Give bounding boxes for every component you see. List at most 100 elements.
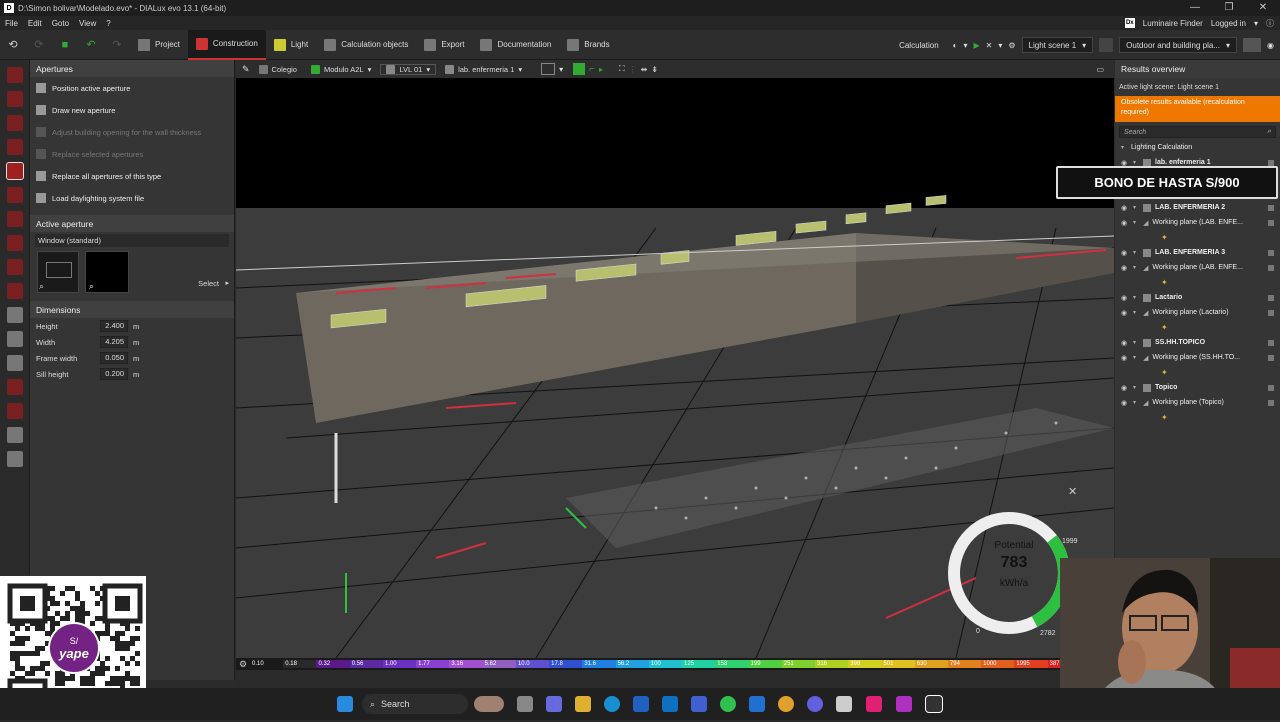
results-plane-row[interactable]: ◉ ▾ ◢ Working plane (SS.HH.TO... xyxy=(1115,350,1280,365)
collapse-icon[interactable]: ▾ xyxy=(1133,204,1139,211)
room-tool-icon[interactable] xyxy=(6,162,24,180)
grid-icon[interactable]: ⋮ xyxy=(629,65,637,74)
frame-width-input[interactable]: 0.050 xyxy=(100,352,128,364)
results-room-row[interactable]: ◉ ▾ SS.HH.TOPICO xyxy=(1115,335,1280,350)
replace-all-apertures-button[interactable]: Replace all apertures of this type xyxy=(30,165,234,187)
eye-icon[interactable]: ◉ xyxy=(1121,204,1129,212)
results-room-row[interactable]: ◉ ▾ Topico xyxy=(1115,380,1280,395)
aperture-type-field[interactable]: Window (standard) xyxy=(35,234,229,247)
panel-toggle-icon[interactable] xyxy=(1243,38,1262,52)
adjust-opening-button[interactable]: Adjust building opening for the wall thi… xyxy=(30,121,234,143)
view-mode-icon[interactable] xyxy=(541,63,556,75)
room-options-icon[interactable] xyxy=(1268,339,1274,346)
plane-options-icon[interactable] xyxy=(1268,264,1274,271)
edit-icon[interactable]: ✎ xyxy=(242,64,250,75)
width-input[interactable]: 4.205 xyxy=(100,336,128,348)
info-icon[interactable]: ⓘ xyxy=(1266,18,1274,29)
results-room-row[interactable]: ◉ ▾ LAB. ENFERMERIA 2 xyxy=(1115,200,1280,215)
dialux-icon[interactable] xyxy=(925,695,943,713)
eye-icon[interactable]: ◉ xyxy=(1121,399,1129,407)
calculation-mode-icon[interactable]: ◐ xyxy=(953,41,958,50)
task-view-icon[interactable] xyxy=(517,696,533,712)
teams-icon[interactable] xyxy=(691,696,707,712)
scene-options-icon[interactable] xyxy=(1099,38,1114,52)
breadcrumb-storey[interactable]: LVL 01 ▾ xyxy=(380,63,437,75)
maximize-button[interactable]: ❐ xyxy=(1212,0,1246,16)
wall-tool-icon[interactable] xyxy=(7,139,23,155)
chevron-down-icon[interactable]: ▾ xyxy=(998,41,1002,50)
store-icon[interactable] xyxy=(633,696,649,712)
ceiling-tool-icon[interactable] xyxy=(7,211,23,227)
site-tool-icon[interactable] xyxy=(7,67,23,83)
tab-calculation-objects[interactable]: Calculation objects xyxy=(316,30,416,60)
eye-icon[interactable]: ◉ xyxy=(1121,219,1129,227)
undo-icon[interactable]: ↶ xyxy=(84,38,98,52)
chatgpt-icon[interactable] xyxy=(836,696,852,712)
back-icon[interactable]: ⟲ xyxy=(6,38,20,52)
rectangle-tool-icon[interactable] xyxy=(7,427,23,443)
whatsapp-icon[interactable] xyxy=(720,696,736,712)
copilot-icon[interactable] xyxy=(546,696,562,712)
room-options-icon[interactable] xyxy=(1268,159,1274,166)
results-plane-row[interactable]: ◉ ▾ ◢ Working plane (Topico) xyxy=(1115,395,1280,410)
3d-viewport[interactable]: ✕ Potential 783 kWh/a 0 1999 2782 xyxy=(236,78,1114,658)
luminaire-result-row[interactable]: ✦ xyxy=(1115,410,1280,425)
select-aperture-button[interactable]: Select xyxy=(198,279,219,288)
edge-icon[interactable] xyxy=(604,696,620,712)
chevron-right-icon[interactable]: ▸ xyxy=(225,279,229,287)
tab-project[interactable]: Project xyxy=(130,30,188,60)
eye-icon[interactable]: ◉ xyxy=(1121,294,1129,302)
minimize-button[interactable]: — xyxy=(1178,0,1212,16)
calculate-icon[interactable]: ▶ xyxy=(974,41,980,50)
object-tool-icon[interactable] xyxy=(7,307,23,323)
cancel-calculation-icon[interactable]: ✕ xyxy=(986,41,993,50)
screen-icon[interactable]: ▭ xyxy=(1096,65,1104,74)
save-icon[interactable]: ■ xyxy=(58,38,72,52)
luminaire-result-row[interactable]: ✦ xyxy=(1115,320,1280,335)
results-plane-row[interactable]: ◉ ▾ ◢ Working plane (LAB. ENFE... xyxy=(1115,260,1280,275)
room-options-icon[interactable] xyxy=(1268,294,1274,301)
chevron-down-icon[interactable]: ▾ xyxy=(559,65,563,74)
menu-file[interactable]: File xyxy=(0,19,23,28)
results-room-row[interactable]: ◉ ▾ Lactario xyxy=(1115,290,1280,305)
collapse-icon[interactable]: ▾ xyxy=(1133,309,1139,316)
calculation-label[interactable]: Calculation xyxy=(899,41,939,50)
fit-view-icon[interactable]: ⛶ xyxy=(619,64,625,74)
legend-settings-icon[interactable]: ⚙ xyxy=(236,659,250,670)
results-search-input[interactable]: Search ⌕ xyxy=(1119,126,1276,138)
results-room-row[interactable]: ◉ ▾ LAB. ENFERMERIA 3 xyxy=(1115,245,1280,260)
widget-icon[interactable] xyxy=(474,696,504,712)
menu-goto[interactable]: Goto xyxy=(47,19,74,28)
settings-icon[interactable]: ⚙ xyxy=(1008,41,1015,50)
luminaire-result-row[interactable]: ✦ xyxy=(1115,365,1280,380)
breadcrumb-site[interactable]: Colegio xyxy=(254,64,302,74)
close-button[interactable]: ✕ xyxy=(1246,0,1280,16)
display-toggle-icon[interactable] xyxy=(573,63,586,75)
redo-icon[interactable]: ↷ xyxy=(110,38,124,52)
eye-icon[interactable]: ◉ xyxy=(1121,249,1129,257)
tab-brands[interactable]: Brands xyxy=(559,30,617,60)
menu-view[interactable]: View xyxy=(74,19,101,28)
collapse-icon[interactable]: ▾ xyxy=(1133,384,1139,391)
chrome-icon[interactable] xyxy=(778,696,794,712)
collapse-icon[interactable]: ▾ xyxy=(1133,249,1139,256)
luminaire-result-row[interactable]: ✦ xyxy=(1115,230,1280,245)
luminaire-result-row[interactable]: ✦ xyxy=(1115,275,1280,290)
room-options-icon[interactable] xyxy=(1268,384,1274,391)
eye-icon[interactable]: ◉ xyxy=(1121,264,1129,272)
load-daylighting-file-button[interactable]: Load daylighting system file xyxy=(30,187,234,209)
results-plane-row[interactable]: ◉ ▾ ◢ Working plane (Lactario) xyxy=(1115,305,1280,320)
chevron-down-icon[interactable]: ▾ xyxy=(1254,19,1258,28)
file-explorer-icon[interactable] xyxy=(575,696,591,712)
collapse-icon[interactable]: ▾ xyxy=(1133,339,1139,346)
room-options-icon[interactable] xyxy=(1268,249,1274,256)
lighting-calculation-section[interactable]: ▾ Lighting Calculation xyxy=(1115,140,1280,155)
discord-icon[interactable] xyxy=(807,696,823,712)
draw-new-aperture-button[interactable]: Draw new aperture xyxy=(30,99,234,121)
pipe-tool-icon[interactable] xyxy=(7,379,23,395)
tiktok-icon[interactable] xyxy=(866,696,882,712)
results-plane-row[interactable]: ◉ ▾ ◢ Working plane (LAB. ENFE... xyxy=(1115,215,1280,230)
collapse-icon[interactable]: ▾ xyxy=(1133,264,1139,271)
plane-options-icon[interactable] xyxy=(1268,219,1274,226)
obsolete-results-warning[interactable]: Obsolete results available (recalculatio… xyxy=(1115,96,1280,122)
